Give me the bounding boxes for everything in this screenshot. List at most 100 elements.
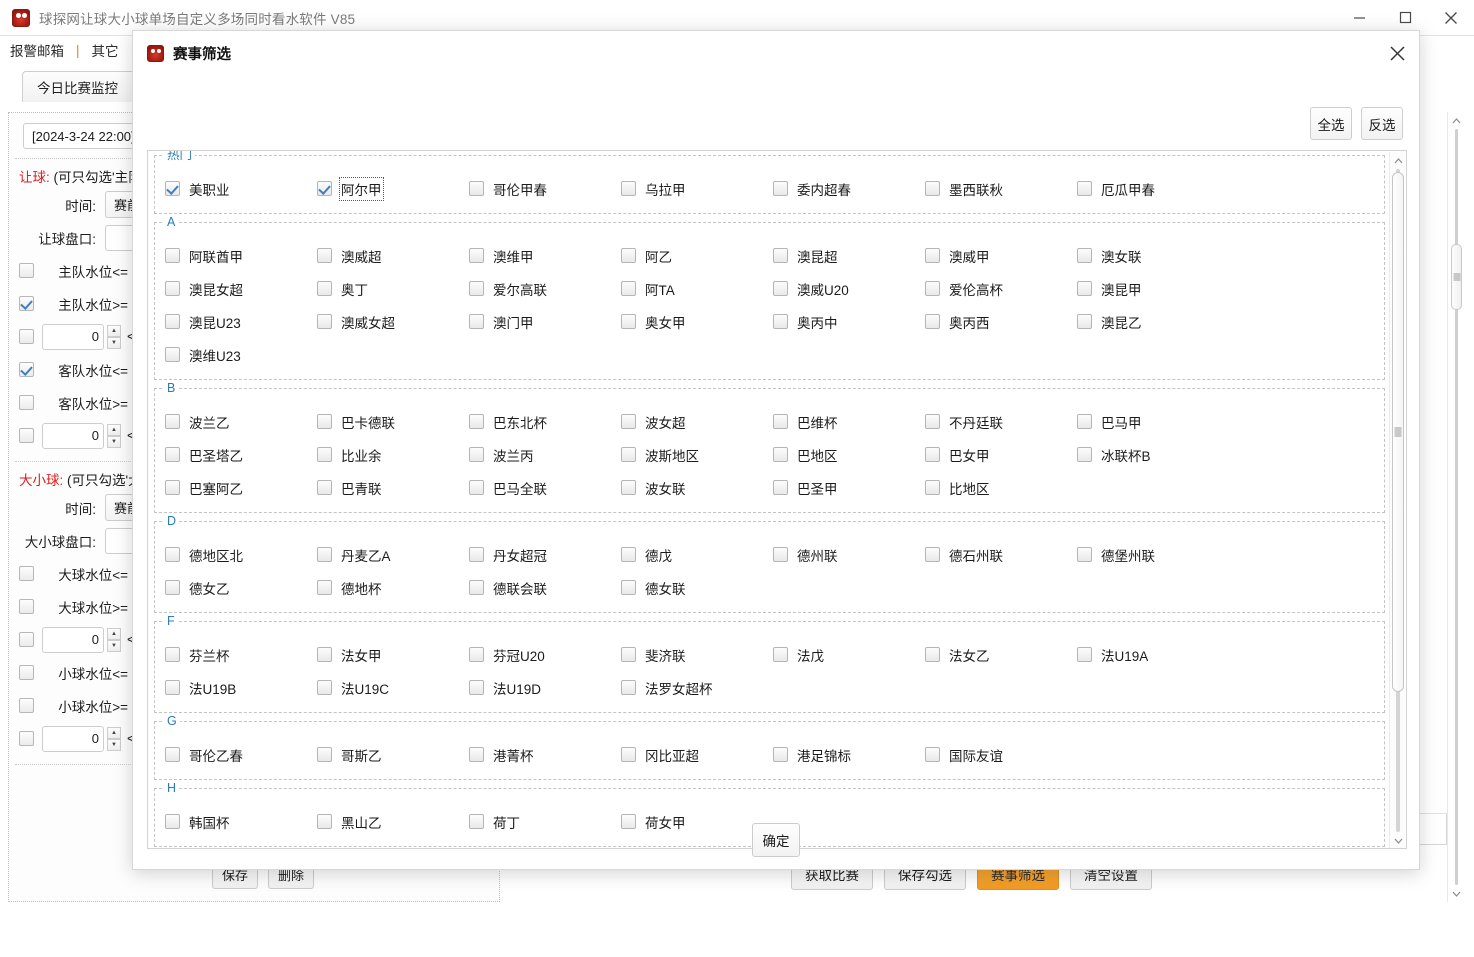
league-checkbox-item[interactable]: 巴圣塔乙: [165, 438, 317, 471]
league-checkbox-item[interactable]: 澳威甲: [925, 239, 1077, 272]
checkbox-icon[interactable]: [165, 181, 180, 196]
handicap-home-gte-checkbox[interactable]: [19, 296, 34, 311]
checkbox-icon[interactable]: [1077, 647, 1092, 662]
checkbox-icon[interactable]: [469, 814, 484, 829]
league-checkbox-item[interactable]: 波女超: [621, 405, 773, 438]
league-checkbox-item[interactable]: 澳昆甲: [1077, 272, 1229, 305]
league-checkbox-item[interactable]: 澳威超: [317, 239, 469, 272]
league-checkbox-item[interactable]: 国际友谊: [925, 738, 1077, 771]
checkbox-icon[interactable]: [1077, 314, 1092, 329]
tab-today-matches[interactable]: 今日比赛监控: [22, 71, 142, 102]
league-checkbox-item[interactable]: 比地区: [925, 471, 1077, 504]
checkbox-icon[interactable]: [165, 814, 180, 829]
league-checkbox-item[interactable]: 巴卡德联: [317, 405, 469, 438]
league-checkbox-item[interactable]: 波兰乙: [165, 405, 317, 438]
checkbox-icon[interactable]: [621, 480, 636, 495]
league-checkbox-item[interactable]: 黑山乙: [317, 805, 469, 838]
checkbox-icon[interactable]: [621, 281, 636, 296]
league-checkbox-item[interactable]: 阿尔甲: [317, 172, 469, 205]
league-checkbox-item[interactable]: 法U19C: [317, 671, 469, 704]
league-checkbox-item[interactable]: 法U19B: [165, 671, 317, 704]
checkbox-icon[interactable]: [165, 414, 180, 429]
league-checkbox-item[interactable]: 哥伦乙春: [165, 738, 317, 771]
league-checkbox-item[interactable]: 乌拉甲: [621, 172, 773, 205]
checkbox-icon[interactable]: [317, 181, 332, 196]
league-checkbox-item[interactable]: 巴地区: [773, 438, 925, 471]
scroll-down-icon[interactable]: [1448, 885, 1465, 902]
totals-under-lte-checkbox[interactable]: [19, 665, 34, 680]
league-checkbox-item[interactable]: 哥斯乙: [317, 738, 469, 771]
league-checkbox-item[interactable]: 澳昆女超: [165, 272, 317, 305]
checkbox-icon[interactable]: [621, 447, 636, 462]
league-checkbox-item[interactable]: 巴女甲: [925, 438, 1077, 471]
checkbox-icon[interactable]: [773, 281, 788, 296]
select-all-button[interactable]: 全选: [1310, 107, 1352, 140]
checkbox-icon[interactable]: [621, 314, 636, 329]
handicap-home-lte-checkbox[interactable]: [19, 263, 34, 278]
league-checkbox-item[interactable]: 冰联杯B: [1077, 438, 1229, 471]
league-checkbox-item[interactable]: 澳维U23: [165, 338, 317, 371]
checkbox-icon[interactable]: [773, 647, 788, 662]
handicap-away-gte-checkbox[interactable]: [19, 395, 34, 410]
checkbox-icon[interactable]: [469, 181, 484, 196]
handicap-away-lte-checkbox[interactable]: [19, 362, 34, 377]
checkbox-icon[interactable]: [317, 680, 332, 695]
totals-range1-value[interactable]: 0: [42, 626, 104, 653]
league-checkbox-item[interactable]: 德联会联: [469, 571, 621, 604]
league-checkbox-item[interactable]: 澳昆U23: [165, 305, 317, 338]
checkbox-icon[interactable]: [773, 480, 788, 495]
checkbox-icon[interactable]: [469, 248, 484, 263]
checkbox-icon[interactable]: [1077, 181, 1092, 196]
league-scroll-area[interactable]: 热门 美职业 阿尔甲 哥伦甲春 乌拉甲 委内超春 墨西联秋 厄瓜甲春 A 阿联酋甲 澳威超 澳维甲 阿乙…: [147, 150, 1407, 849]
league-checkbox-item[interactable]: 荷女甲: [621, 805, 773, 838]
match-list-scrollbar[interactable]: [1447, 112, 1464, 902]
league-checkbox-item[interactable]: 芬冠U20: [469, 638, 621, 671]
league-checkbox-item[interactable]: 港足锦标: [773, 738, 925, 771]
league-checkbox-item[interactable]: 波兰丙: [469, 438, 621, 471]
checkbox-icon[interactable]: [773, 747, 788, 762]
league-checkbox-item[interactable]: 巴维杯: [773, 405, 925, 438]
checkbox-icon[interactable]: [925, 447, 940, 462]
league-checkbox-item[interactable]: 德女联: [621, 571, 773, 604]
checkbox-icon[interactable]: [469, 680, 484, 695]
close-icon[interactable]: [1428, 0, 1474, 36]
league-checkbox-item[interactable]: 法U19A: [1077, 638, 1229, 671]
checkbox-icon[interactable]: [317, 314, 332, 329]
checkbox-icon[interactable]: [165, 480, 180, 495]
league-checkbox-item[interactable]: 奥丙西: [925, 305, 1077, 338]
checkbox-icon[interactable]: [317, 547, 332, 562]
scrollbar-thumb[interactable]: [1392, 172, 1404, 692]
scroll-down-icon[interactable]: [1390, 832, 1406, 848]
totals-range2-stepper[interactable]: ▲ ▼: [107, 726, 121, 751]
totals-range2-value[interactable]: 0: [42, 725, 104, 752]
league-checkbox-item[interactable]: 德石州联: [925, 538, 1077, 571]
checkbox-icon[interactable]: [1077, 414, 1092, 429]
handicap-range2-value[interactable]: 0: [42, 422, 104, 449]
league-checkbox-item[interactable]: 阿联酋甲: [165, 239, 317, 272]
league-checkbox-item[interactable]: 澳女联: [1077, 239, 1229, 272]
league-checkbox-item[interactable]: 德地区北: [165, 538, 317, 571]
checkbox-icon[interactable]: [773, 447, 788, 462]
totals-range1-checkbox[interactable]: [19, 632, 34, 647]
league-checkbox-item[interactable]: 芬兰杯: [165, 638, 317, 671]
checkbox-icon[interactable]: [165, 547, 180, 562]
league-checkbox-item[interactable]: 法罗女超杯: [621, 671, 773, 704]
handicap-range2-checkbox[interactable]: [19, 428, 34, 443]
league-checkbox-item[interactable]: 澳威U20: [773, 272, 925, 305]
league-checkbox-item[interactable]: 阿TA: [621, 272, 773, 305]
handicap-range1-stepper[interactable]: ▲ ▼: [107, 324, 121, 349]
menu-item-alert-mail[interactable]: 报警邮箱: [0, 40, 74, 60]
checkbox-icon[interactable]: [621, 248, 636, 263]
league-checkbox-item[interactable]: 美职业: [165, 172, 317, 205]
checkbox-icon[interactable]: [621, 680, 636, 695]
checkbox-icon[interactable]: [925, 480, 940, 495]
checkbox-icon[interactable]: [165, 347, 180, 362]
checkbox-icon[interactable]: [469, 447, 484, 462]
checkbox-icon[interactable]: [621, 647, 636, 662]
confirm-button[interactable]: 确定: [752, 823, 800, 857]
checkbox-icon[interactable]: [317, 248, 332, 263]
checkbox-icon[interactable]: [925, 281, 940, 296]
checkbox-icon[interactable]: [1077, 281, 1092, 296]
checkbox-icon[interactable]: [165, 447, 180, 462]
checkbox-icon[interactable]: [925, 747, 940, 762]
